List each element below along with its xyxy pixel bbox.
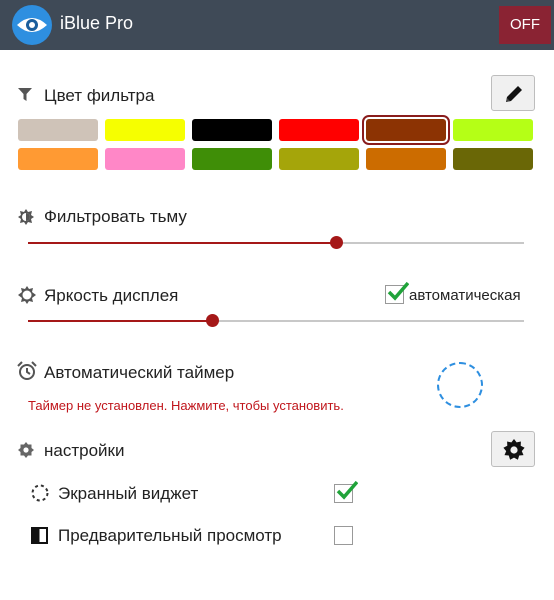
gear-icon — [503, 439, 525, 460]
brightness-slider-thumb[interactable] — [205, 314, 219, 327]
preview-option-label: Предварительный просмотр — [58, 526, 282, 545]
color-swatch[interactable] — [453, 119, 533, 141]
brightness-slider-fill — [28, 320, 212, 322]
dim-filter-slider-fill — [28, 242, 336, 244]
app-title: iBlue Pro — [60, 13, 134, 33]
color-swatch[interactable] — [18, 119, 98, 141]
auto-brightness-label: автоматическая — [409, 287, 521, 304]
preview-icon — [31, 527, 48, 544]
gear-icon — [18, 442, 34, 458]
color-swatch[interactable] — [279, 119, 359, 141]
funnel-icon — [18, 88, 32, 101]
widget-option-label: Экранный виджет — [58, 484, 199, 503]
widget-icon — [31, 484, 49, 502]
auto-timer-title: Автоматический таймер — [44, 363, 235, 382]
sun-icon — [18, 286, 36, 304]
pencil-icon — [506, 86, 522, 102]
edit-color-button[interactable] — [491, 75, 535, 111]
color-swatch[interactable] — [453, 148, 533, 170]
color-swatch[interactable] — [192, 119, 272, 141]
checkmark-icon — [336, 480, 358, 500]
color-swatch[interactable] — [18, 148, 98, 170]
color-swatch[interactable] — [105, 119, 185, 141]
eye-logo-icon — [12, 5, 52, 45]
brightness-half-icon — [18, 209, 34, 225]
color-swatch[interactable] — [192, 148, 272, 170]
dim-filter-slider-thumb[interactable] — [329, 236, 343, 249]
color-swatch[interactable] — [279, 148, 359, 170]
app-header: iBlue Pro OFF — [0, 0, 554, 50]
filter-color-title: Цвет фильтра — [44, 86, 155, 105]
preview-checkbox[interactable] — [334, 526, 353, 545]
color-swatch[interactable] — [366, 148, 446, 170]
color-swatch[interactable] — [105, 148, 185, 170]
brightness-title: Яркость дисплея — [44, 286, 179, 305]
widget-checkbox[interactable] — [334, 480, 358, 503]
auto-brightness-checkbox[interactable] — [385, 281, 409, 304]
checkmark-icon — [387, 281, 409, 301]
power-off-button[interactable]: OFF — [499, 6, 551, 44]
timer-ring-icon[interactable] — [437, 362, 483, 408]
settings-button[interactable] — [491, 431, 535, 467]
settings-title: настройки — [44, 441, 125, 460]
dim-filter-slider[interactable] — [28, 236, 524, 249]
brightness-slider[interactable] — [28, 314, 524, 327]
color-swatch[interactable] — [362, 115, 450, 145]
alarm-clock-icon — [17, 361, 37, 380]
dim-filter-title: Фильтровать тьму — [44, 207, 187, 226]
timer-status-message[interactable]: Таймер не установлен. Нажмите, чтобы уст… — [28, 398, 344, 413]
